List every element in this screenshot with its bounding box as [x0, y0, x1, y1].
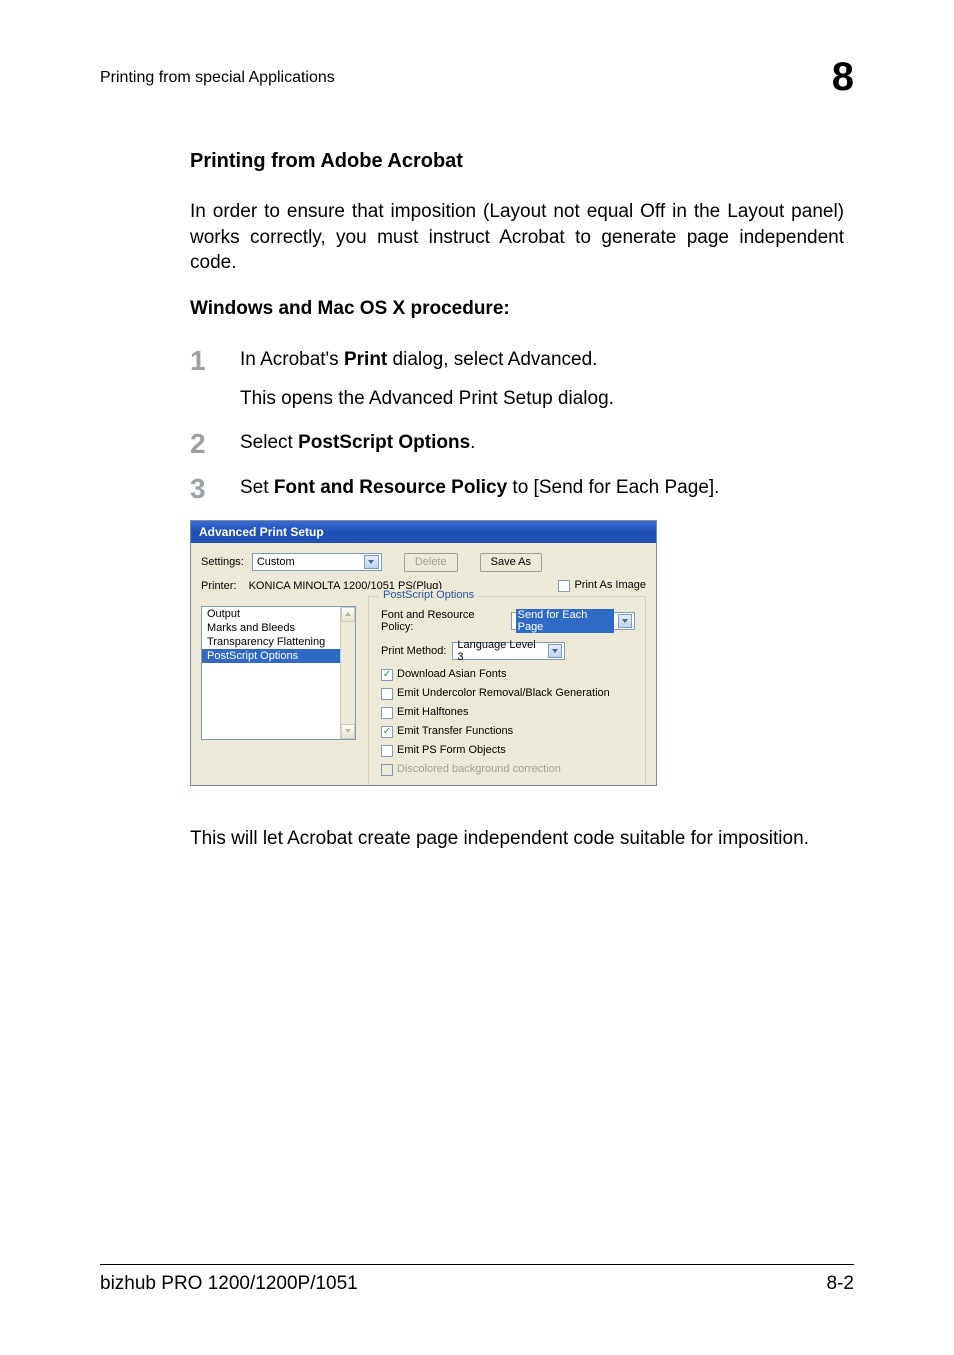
font-policy-label: Font and Resource Policy: [381, 609, 505, 633]
closing-paragraph: This will let Acrobat create page indepe… [190, 826, 844, 852]
list-item-selected[interactable]: PostScript Options [202, 649, 355, 663]
settings-label: Settings: [201, 556, 244, 568]
download-asian-fonts-checkbox[interactable]: ✓ [381, 669, 393, 681]
emit-psform-checkbox[interactable] [381, 745, 393, 757]
page-header: Printing from special Applications 8 [100, 55, 854, 100]
scroll-up-icon[interactable] [341, 607, 355, 622]
intro-paragraph: In order to ensure that imposition (Layo… [190, 199, 844, 276]
step-number: 3 [190, 474, 212, 503]
step-subtext: This opens the Advanced Print Setup dial… [240, 385, 614, 413]
step-number: 2 [190, 429, 212, 458]
step-bold: Font and Resource Policy [274, 477, 507, 498]
scrollbar[interactable] [340, 607, 355, 739]
scroll-down-icon[interactable] [341, 724, 355, 739]
step-text: Set [240, 477, 274, 498]
postscript-options-panel: PostScript Options Font and Resource Pol… [368, 596, 646, 785]
list-item[interactable]: Transparency Flattening [202, 635, 355, 649]
discolored-bg-label: Discolored background correction [397, 764, 561, 775]
step-number: 1 [190, 346, 212, 413]
step-bold: Print [344, 349, 387, 370]
printer-label: Printer: [201, 580, 236, 592]
discolored-bg-checkbox [381, 764, 393, 776]
print-method-label: Print Method: [381, 645, 446, 657]
step-bold: PostScript Options [298, 432, 470, 453]
product-name: bizhub PRO 1200/1200P/1051 [100, 1273, 358, 1295]
delete-button[interactable]: Delete [404, 553, 458, 572]
page-footer: bizhub PRO 1200/1200P/1051 8-2 [100, 1264, 854, 1295]
chevron-down-icon [364, 555, 379, 569]
procedure-heading: Windows and Mac OS X procedure: [190, 298, 844, 320]
emit-ucr-label: Emit Undercolor Removal/Black Generation [397, 688, 610, 699]
settings-value: Custom [257, 556, 295, 568]
footer-divider [100, 1264, 854, 1265]
chevron-down-icon [548, 644, 563, 658]
chapter-number: 8 [832, 55, 854, 100]
fieldset-legend: PostScript Options [379, 589, 478, 601]
step-1: 1 In Acrobat's Print dialog, select Adva… [190, 346, 844, 413]
download-asian-fonts-label: Download Asian Fonts [397, 669, 506, 680]
step-text-after: to [Send for Each Page]. [507, 477, 719, 498]
emit-halftones-checkbox[interactable] [381, 707, 393, 719]
page-number: 8-2 [827, 1273, 854, 1295]
dialog-screenshot: Advanced Print Setup Settings: Custom De… [190, 520, 844, 786]
section-heading: Printing from Adobe Acrobat [190, 150, 844, 173]
print-as-image-label: Print As Image [574, 580, 646, 591]
step-text: Select [240, 432, 298, 453]
chevron-down-icon [618, 614, 632, 628]
options-listbox[interactable]: Output Marks and Bleeds Transparency Fla… [201, 606, 356, 740]
print-as-image-checkbox[interactable] [558, 580, 570, 592]
list-item[interactable]: Output [202, 607, 355, 621]
emit-transfer-checkbox[interactable]: ✓ [381, 726, 393, 738]
step-text-after: dialog, select Advanced. [387, 349, 597, 370]
advanced-print-setup-dialog: Advanced Print Setup Settings: Custom De… [190, 520, 657, 786]
font-policy-dropdown[interactable]: Send for Each Page [511, 612, 635, 630]
step-3: 3 Set Font and Resource Policy to [Send … [190, 474, 844, 503]
print-method-dropdown[interactable]: Language Level 3 [452, 642, 565, 660]
emit-ucr-checkbox[interactable] [381, 688, 393, 700]
header-title: Printing from special Applications [100, 69, 335, 87]
dialog-titlebar: Advanced Print Setup [191, 521, 656, 543]
step-text: In Acrobat's [240, 349, 344, 370]
emit-transfer-label: Emit Transfer Functions [397, 726, 513, 737]
save-as-button[interactable]: Save As [480, 553, 542, 572]
emit-halftones-label: Emit Halftones [397, 707, 469, 718]
emit-psform-label: Emit PS Form Objects [397, 745, 506, 756]
step-text-after: . [470, 432, 475, 453]
step-2: 2 Select PostScript Options. [190, 429, 844, 458]
settings-dropdown[interactable]: Custom [252, 553, 382, 571]
print-method-value: Language Level 3 [457, 639, 543, 663]
list-item[interactable]: Marks and Bleeds [202, 621, 355, 635]
font-policy-value: Send for Each Page [516, 609, 614, 633]
